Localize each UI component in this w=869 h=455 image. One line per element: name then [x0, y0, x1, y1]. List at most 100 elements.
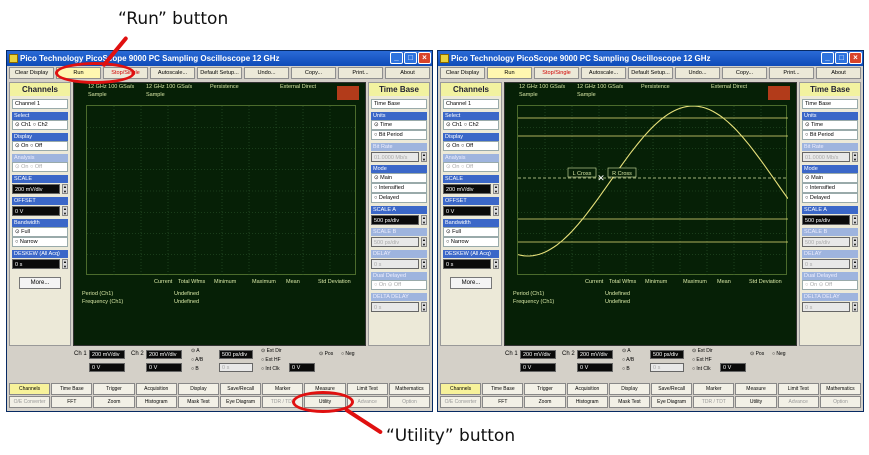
int-clock-radio[interactable]: ○ Int Clk	[692, 366, 711, 372]
close-button[interactable]: ×	[418, 52, 431, 64]
ch1-scale-field[interactable]: 200 mV/div	[520, 350, 556, 359]
delta-delay-stepper[interactable]: ▲ ▼	[852, 302, 858, 312]
mode-main-radio[interactable]: ⊙ Main	[371, 173, 427, 183]
scale-b-value[interactable]: 500 ps/div	[802, 237, 850, 247]
bandwidth-narrow-radio[interactable]: ○ Narrow	[12, 237, 68, 247]
more-button[interactable]: More...	[450, 277, 492, 289]
scale-value[interactable]: 200 mV/div	[12, 184, 60, 194]
mode-intensified-radio[interactable]: ○ Intensified	[802, 183, 858, 193]
window-titlebar[interactable]: Pico Technology PicoScope 9000 PC Sampli…	[7, 51, 432, 66]
scale-a-value[interactable]: 500 ps/div	[802, 215, 850, 225]
tab-option[interactable]: Option	[819, 396, 862, 408]
tab-trigger[interactable]: Trigger	[93, 383, 135, 395]
tab-zoom[interactable]: Zoom	[93, 396, 135, 408]
ch2-offset-field[interactable]: 0 V	[577, 363, 613, 372]
deskew-stepper[interactable]: ▲ ▼	[62, 259, 68, 269]
deskew-stepper[interactable]: ▲ ▼	[493, 259, 499, 269]
mode-main-radio[interactable]: ⊙ Main	[802, 173, 858, 183]
bandwidth-full-radio[interactable]: ⊙ Full	[443, 227, 499, 237]
scale-stepper[interactable]: ▲ ▼	[62, 184, 68, 194]
autoscale-button[interactable]: Autoscale...	[150, 67, 195, 79]
about-button[interactable]: About	[385, 67, 430, 79]
ch1-offset-field[interactable]: 0 V	[89, 363, 125, 372]
tab-limit-test[interactable]: Limit Test	[346, 383, 388, 395]
timebase-offset-field[interactable]: 0 s	[650, 363, 684, 372]
delay-value[interactable]: 0 s	[371, 259, 419, 269]
bitrate-stepper[interactable]: ▲ ▼	[421, 152, 427, 162]
tab-histogram[interactable]: Histogram	[566, 396, 608, 408]
tab-fft[interactable]: FFT	[482, 396, 524, 408]
tab-mathematics[interactable]: Mathematics	[819, 383, 862, 395]
mode-intensified-radio[interactable]: ○ Intensified	[371, 183, 427, 193]
units-bitperiod-radio[interactable]: ○ Bit Period	[371, 130, 427, 140]
bitrate-stepper[interactable]: ▲ ▼	[852, 152, 858, 162]
mode-delayed-radio[interactable]: ○ Delayed	[371, 193, 427, 203]
int-clock-radio[interactable]: ○ Int Clk	[261, 366, 280, 372]
offset-stepper[interactable]: ▲ ▼	[493, 206, 499, 216]
slope-neg-radio[interactable]: ○ Neg	[341, 351, 355, 357]
delay-stepper[interactable]: ▲ ▼	[852, 259, 858, 269]
ch1-offset-field[interactable]: 0 V	[520, 363, 556, 372]
tab-mathematics[interactable]: Mathematics	[388, 383, 431, 395]
copy-button[interactable]: Copy...	[291, 67, 336, 79]
dual-delayed-radio[interactable]: ○ On ⊙ Off	[802, 280, 858, 290]
tab-measure[interactable]: Measure	[735, 383, 777, 395]
tab-limit-test[interactable]: Limit Test	[777, 383, 819, 395]
tab-tdr-tdt[interactable]: TDR / TDT	[693, 396, 735, 408]
ext-direct-radio[interactable]: ⊙ Ext Dir	[692, 348, 713, 354]
timebase-field[interactable]: 500 ps/div	[650, 350, 684, 359]
analysis-radio[interactable]: ⊙ On ○ Off	[443, 162, 499, 172]
maximize-button[interactable]: □	[404, 52, 417, 64]
tab-marker[interactable]: Marker	[262, 383, 304, 395]
print-button[interactable]: Print...	[338, 67, 383, 79]
lcross-marker[interactable]: L Cross	[567, 167, 597, 178]
offset-value[interactable]: 0 V	[12, 206, 60, 216]
tab-utility[interactable]: Utility	[735, 396, 777, 408]
clear-display-button[interactable]: Clear Display	[440, 67, 485, 79]
tab-eye-diagram[interactable]: Eye Diagram	[651, 396, 693, 408]
scale-b-value[interactable]: 500 ps/div	[371, 237, 419, 247]
run-button[interactable]: Run	[487, 67, 532, 79]
scale-b-stepper[interactable]: ▲ ▼	[421, 237, 427, 247]
tab-mask-test[interactable]: Mask Test	[608, 396, 651, 408]
tab-acquisition[interactable]: Acquisition	[566, 383, 608, 395]
deskew-value[interactable]: 0 s	[443, 259, 491, 269]
waveform-display[interactable]: 12 GHz 100 GSa/s Sample 12 GHz 100 GSa/s…	[504, 82, 797, 346]
waveform-display[interactable]: 12 GHz 100 GSa/s Sample 12 GHz 100 GSa/s…	[73, 82, 366, 346]
tab-trigger[interactable]: Trigger	[524, 383, 566, 395]
timebase-offset-field[interactable]: 0 s	[219, 363, 253, 372]
default-setup-button[interactable]: Default Setup...	[628, 67, 673, 79]
units-time-radio[interactable]: ⊙ Time	[802, 120, 858, 130]
more-button[interactable]: More...	[19, 277, 61, 289]
default-setup-button[interactable]: Default Setup...	[197, 67, 242, 79]
tab-oe-converter[interactable]: O/E Converter	[9, 396, 51, 408]
delta-delay-value[interactable]: 0 s	[802, 302, 850, 312]
slope-pos-radio[interactable]: ⊙ Pos	[750, 351, 764, 357]
tab-fft[interactable]: FFT	[51, 396, 93, 408]
tab-eye-diagram[interactable]: Eye Diagram	[220, 396, 262, 408]
ch2-scale-field[interactable]: 200 mV/div	[146, 350, 182, 359]
offset-value[interactable]: 0 V	[443, 206, 491, 216]
scale-a-stepper[interactable]: ▲ ▼	[421, 215, 427, 225]
tab-channels[interactable]: Channels	[9, 383, 51, 395]
tab-advance[interactable]: Advance	[777, 396, 819, 408]
tab-oe-converter[interactable]: O/E Converter	[440, 396, 482, 408]
maximize-button[interactable]: □	[835, 52, 848, 64]
ch1-scale-field[interactable]: 200 mV/div	[89, 350, 125, 359]
tab-option[interactable]: Option	[388, 396, 431, 408]
ch2-scale-field[interactable]: 200 mV/div	[577, 350, 613, 359]
tab-display[interactable]: Display	[608, 383, 651, 395]
tab-histogram[interactable]: Histogram	[135, 396, 177, 408]
channel-select-radio[interactable]: ⊙ Ch1 ○ Ch2	[12, 120, 68, 130]
tb-a-radio[interactable]: ⊙ A	[191, 348, 200, 354]
timebase-field[interactable]: 500 ps/div	[219, 350, 253, 359]
minimize-button[interactable]: _	[390, 52, 403, 64]
units-bitperiod-radio[interactable]: ○ Bit Period	[802, 130, 858, 140]
autoscale-button[interactable]: Autoscale...	[581, 67, 626, 79]
about-button[interactable]: About	[816, 67, 861, 79]
tab-measure[interactable]: Measure	[304, 383, 346, 395]
tab-tdr-tdt[interactable]: TDR / TDT	[262, 396, 304, 408]
channel-select-radio[interactable]: ⊙ Ch1 ○ Ch2	[443, 120, 499, 130]
slope-pos-radio[interactable]: ⊙ Pos	[319, 351, 333, 357]
display-radio[interactable]: ⊙ On ○ Off	[12, 141, 68, 151]
